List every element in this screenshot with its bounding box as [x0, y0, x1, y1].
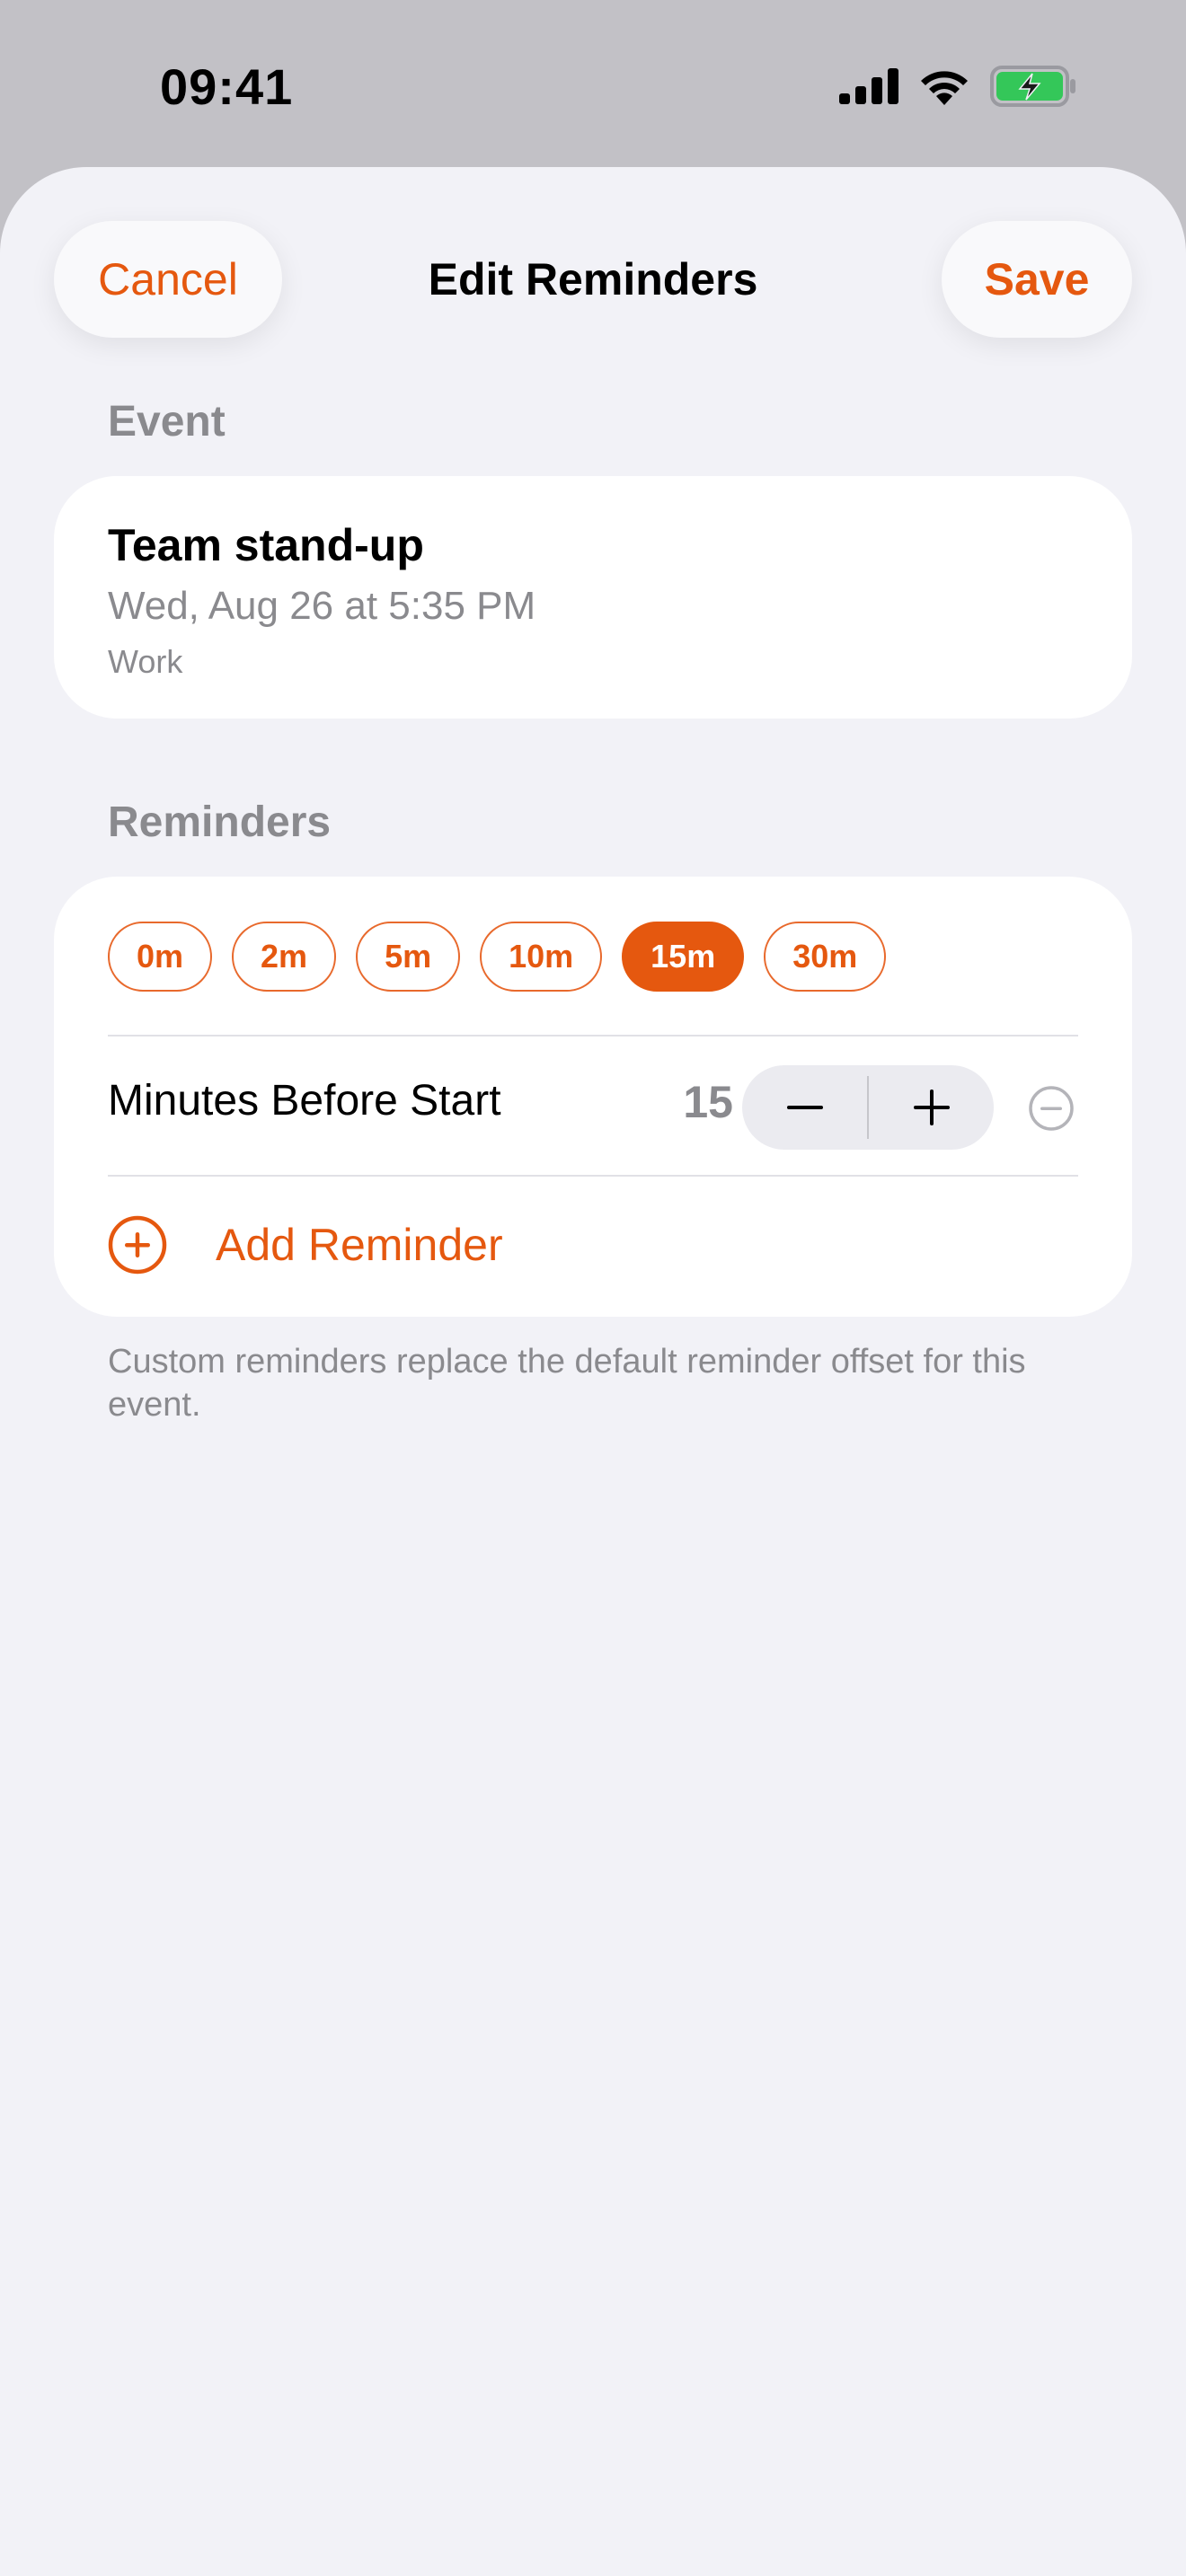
wifi-icon: [921, 71, 968, 105]
preset-chip-2m[interactable]: 2m: [232, 922, 337, 992]
status-bar: 09:41: [0, 0, 1186, 167]
event-calendar: Work: [108, 643, 183, 680]
minutes-stepper: [742, 1065, 994, 1150]
divider: [108, 1035, 1078, 1037]
reminders-card: 0m 2m 5m 10m 15m 30m Minutes Before Star…: [54, 877, 1132, 1317]
decrement-button[interactable]: [742, 1065, 867, 1150]
preset-chip-15m[interactable]: 15m: [622, 922, 745, 992]
status-time: 09:41: [160, 58, 294, 115]
preset-chip-5m[interactable]: 5m: [356, 922, 461, 992]
reminders-footnote: Custom reminders replace the default rem…: [108, 1343, 1026, 1424]
minus-icon: [786, 1106, 823, 1109]
preset-chip-0m[interactable]: 0m: [108, 922, 213, 992]
preset-chips: 0m 2m 5m 10m 15m 30m: [108, 922, 887, 992]
status-icons: [839, 65, 1076, 108]
increment-button[interactable]: [869, 1065, 994, 1150]
add-reminder-label: Add Reminder: [216, 1220, 503, 1270]
save-button[interactable]: Save: [942, 221, 1132, 338]
battery-charging-icon: [990, 66, 1075, 107]
preset-chip-10m[interactable]: 10m: [480, 922, 603, 992]
divider: [108, 1175, 1078, 1177]
event-card: Team stand-up Wed, Aug 26 at 5:35 PM Wor…: [54, 476, 1132, 719]
add-circle-icon: [108, 1215, 167, 1275]
minutes-before-start-label: Minutes Before Start: [108, 1077, 501, 1125]
edit-reminders-sheet: Cancel Edit Reminders Save Event Team st…: [0, 167, 1186, 2576]
preset-chip-30m[interactable]: 30m: [764, 922, 887, 992]
event-title: Team stand-up: [108, 520, 424, 570]
minutes-value: 15: [683, 1077, 733, 1127]
cellular-signal-icon: [839, 68, 898, 104]
reminders-section-header: Reminders: [108, 798, 332, 846]
event-date: Wed, Aug 26 at 5:35 PM: [108, 584, 536, 628]
add-reminder-button[interactable]: Add Reminder: [108, 1209, 1078, 1281]
remove-reminder-icon[interactable]: [1028, 1085, 1075, 1132]
event-section-header: Event: [108, 398, 226, 446]
plus-icon: [913, 1090, 950, 1125]
